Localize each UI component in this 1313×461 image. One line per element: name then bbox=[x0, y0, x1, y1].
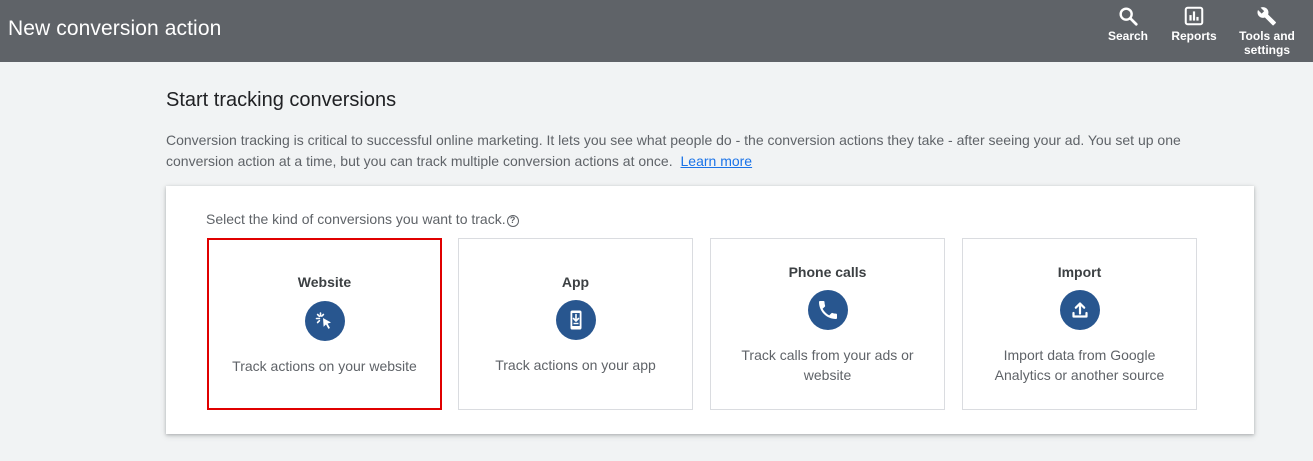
section-description: Conversion tracking is critical to succe… bbox=[166, 130, 1246, 172]
reports-label: Reports bbox=[1171, 29, 1217, 43]
search-label: Search bbox=[1107, 29, 1149, 43]
phone-download-icon bbox=[555, 300, 596, 340]
cursor-click-icon bbox=[304, 301, 345, 341]
reports-icon bbox=[1184, 6, 1204, 26]
option-card-phone-calls[interactable]: Phone calls Track calls from your ads or… bbox=[710, 238, 945, 410]
option-title: Phone calls bbox=[788, 264, 867, 280]
search-button[interactable]: Search bbox=[1104, 5, 1152, 43]
option-description: Track actions on your app bbox=[495, 357, 656, 373]
tools-and-settings-label: Tools and settings bbox=[1239, 29, 1295, 57]
tools-and-settings-button[interactable]: Tools and settings bbox=[1234, 5, 1300, 57]
page-title: New conversion action bbox=[8, 17, 222, 40]
learn-more-link[interactable]: Learn more bbox=[681, 153, 753, 169]
option-description: Import data from Google Analytics or ano… bbox=[994, 347, 1165, 383]
description-text: Conversion tracking is critical to succe… bbox=[166, 132, 1181, 169]
top-bar: New conversion action Search Reports Too… bbox=[0, 0, 1313, 62]
search-icon bbox=[1119, 7, 1138, 26]
option-description: Track actions on your website bbox=[232, 358, 417, 374]
conversion-type-prompt: Select the kind of conversions you want … bbox=[206, 211, 519, 227]
conversion-type-panel: Select the kind of conversions you want … bbox=[166, 186, 1254, 434]
option-card-app[interactable]: App Track actions on your app bbox=[458, 238, 693, 410]
option-title: Import bbox=[1057, 264, 1102, 280]
wrench-icon bbox=[1257, 7, 1276, 26]
option-card-import[interactable]: Import Import data from Google Analytics… bbox=[962, 238, 1197, 410]
reports-button[interactable]: Reports bbox=[1168, 5, 1220, 43]
phone-call-icon bbox=[807, 290, 848, 330]
option-description: Track calls from your ads or website bbox=[741, 347, 914, 383]
option-title: App bbox=[561, 274, 590, 290]
option-title: Website bbox=[297, 274, 352, 290]
prompt-text: Select the kind of conversions you want … bbox=[206, 211, 506, 227]
help-icon[interactable]: ? bbox=[506, 215, 519, 227]
option-card-website[interactable]: Website Track actions on your website bbox=[207, 238, 442, 410]
section-heading: Start tracking conversions bbox=[166, 89, 397, 111]
upload-icon bbox=[1059, 290, 1100, 330]
